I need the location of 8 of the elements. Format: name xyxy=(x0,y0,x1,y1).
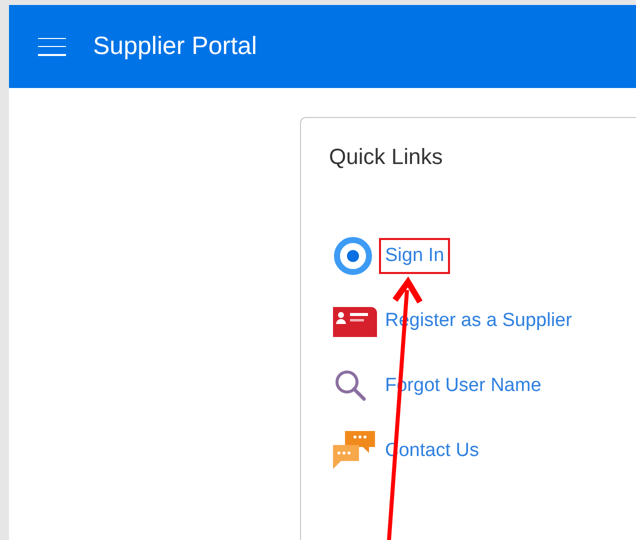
quick-link[interactable]: Sign In xyxy=(379,238,450,274)
card-title: Quick Links xyxy=(329,143,444,171)
id-card-icon xyxy=(333,305,377,337)
target-icon xyxy=(333,236,373,276)
chat-bubbles-icon xyxy=(333,431,375,471)
search-icon xyxy=(333,368,369,404)
portal-title: Supplier Portal xyxy=(93,30,257,62)
menu-icon[interactable] xyxy=(38,38,66,56)
